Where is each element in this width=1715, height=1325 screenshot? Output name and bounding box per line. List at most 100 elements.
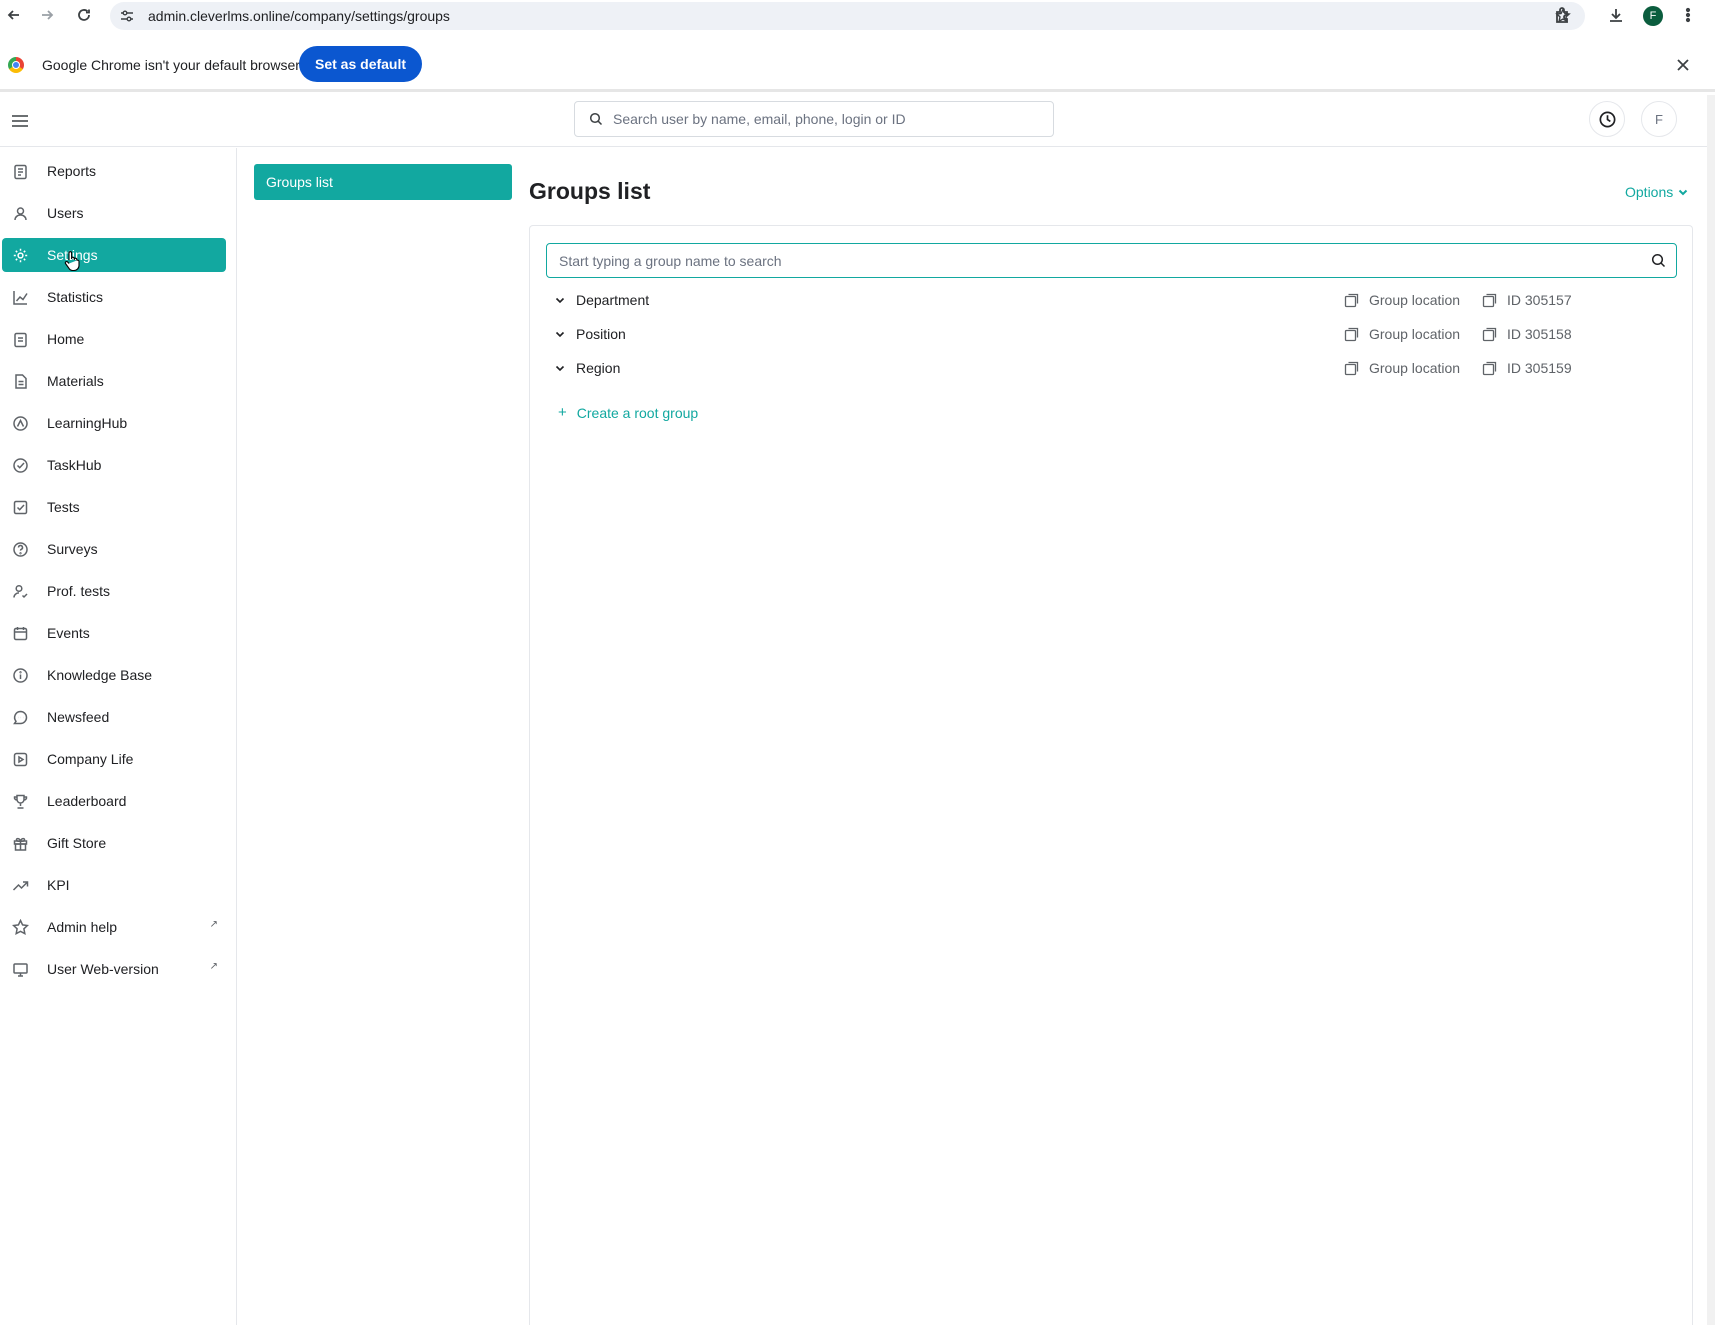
copy-group-id-button[interactable]: ID 305159 bbox=[1482, 360, 1572, 376]
create-root-group-link[interactable]: + Create a root group bbox=[558, 404, 698, 421]
chevron-down-icon bbox=[1679, 189, 1688, 196]
infobar-message: Google Chrome isn't your default browser bbox=[42, 57, 300, 73]
home-icon bbox=[11, 330, 29, 348]
group-row[interactable]: Department Group location ID 305157 bbox=[554, 286, 1674, 314]
history-button[interactable] bbox=[1589, 101, 1625, 137]
sidebar-item-newsfeed[interactable]: Newsfeed bbox=[2, 700, 226, 734]
chevron-down-icon[interactable] bbox=[554, 362, 566, 374]
copy-icon bbox=[1344, 361, 1359, 375]
forward-arrow-icon[interactable] bbox=[37, 5, 57, 25]
settings-subnav: Groups list bbox=[237, 148, 530, 1325]
group-location-label: Group location bbox=[1369, 292, 1461, 308]
sidebar-item-label: KPI bbox=[47, 877, 70, 893]
group-name[interactable]: Position bbox=[576, 326, 626, 342]
copy-icon bbox=[1482, 327, 1497, 341]
sidebar-item-prof-tests[interactable]: Prof. tests bbox=[2, 574, 226, 608]
page-scrollbar[interactable] bbox=[1707, 95, 1715, 1325]
sidebar-item-label: User Web-version bbox=[47, 961, 159, 977]
sidebar-item-surveys[interactable]: Surveys bbox=[2, 532, 226, 566]
sidebar-item-knowledge-base[interactable]: Knowledge Base bbox=[2, 658, 226, 692]
copy-group-location-button[interactable]: Group location bbox=[1344, 326, 1460, 342]
download-icon[interactable] bbox=[1606, 5, 1626, 25]
create-root-group-label: Create a root group bbox=[576, 404, 699, 421]
sidebar-item-label: LearningHub bbox=[47, 415, 128, 431]
trophy-icon bbox=[11, 792, 29, 810]
copy-group-location-button[interactable]: Group location bbox=[1344, 360, 1460, 376]
sidebar-item-taskhub[interactable]: TaskHub bbox=[2, 448, 226, 482]
subnav-item-groups-list[interactable]: Groups list bbox=[254, 164, 512, 200]
sidebar-item-user-web-version[interactable]: User Web-version ↗ bbox=[2, 952, 226, 986]
set-default-button[interactable]: Set as default bbox=[299, 46, 423, 82]
copy-icon bbox=[1482, 361, 1497, 375]
sidebar-item-reports[interactable]: Reports bbox=[2, 154, 226, 188]
address-bar[interactable]: admin.cleverlms.online/company/settings/… bbox=[110, 2, 1585, 30]
avatar[interactable]: F bbox=[1641, 101, 1677, 137]
calendar-icon bbox=[11, 624, 29, 642]
sidebar-item-home[interactable]: Home bbox=[2, 322, 226, 356]
extensions-icon[interactable] bbox=[1553, 5, 1573, 25]
gear-icon bbox=[11, 246, 29, 264]
sidebar-item-label: Reports bbox=[47, 163, 97, 179]
search-icon bbox=[589, 112, 603, 126]
info-icon bbox=[11, 666, 29, 684]
chat-icon bbox=[11, 708, 29, 726]
sidebar-item-label: Gift Store bbox=[47, 835, 107, 851]
options-dropdown[interactable]: Options bbox=[1625, 184, 1689, 200]
more-vert-icon[interactable] bbox=[1678, 5, 1698, 25]
sidebar: Reports Users Settings Statistics Home Materi… bbox=[0, 148, 237, 1325]
sidebar-item-tests[interactable]: Tests bbox=[2, 490, 226, 524]
copy-group-id-button[interactable]: ID 305158 bbox=[1482, 326, 1572, 342]
group-row[interactable]: Region Group location ID 305159 bbox=[554, 354, 1674, 382]
group-search-field[interactable] bbox=[546, 243, 1677, 278]
group-search-input[interactable] bbox=[559, 252, 1639, 269]
sidebar-item-label: TaskHub bbox=[47, 457, 102, 473]
site-settings-icon[interactable] bbox=[120, 9, 134, 23]
group-location-label: Group location bbox=[1369, 326, 1461, 342]
copy-group-id-button[interactable]: ID 305157 bbox=[1482, 292, 1572, 308]
trend-icon bbox=[11, 876, 29, 894]
sidebar-item-label: Company Life bbox=[47, 751, 134, 767]
plus-icon: + bbox=[558, 404, 567, 421]
copy-group-location-button[interactable]: Group location bbox=[1344, 292, 1460, 308]
chart-icon bbox=[11, 288, 29, 306]
close-icon[interactable] bbox=[1674, 56, 1692, 74]
sidebar-item-label: Users bbox=[47, 205, 84, 221]
sidebar-item-settings[interactable]: Settings bbox=[2, 238, 226, 272]
reload-icon[interactable] bbox=[74, 5, 94, 25]
sidebar-item-label: Prof. tests bbox=[47, 583, 111, 599]
group-id-label: ID 305157 bbox=[1507, 292, 1572, 308]
monitor-icon bbox=[11, 960, 29, 978]
user-search-field[interactable] bbox=[574, 101, 1054, 137]
hand-cursor-icon bbox=[64, 251, 80, 272]
group-name[interactable]: Region bbox=[576, 360, 620, 376]
star-icon bbox=[11, 918, 29, 936]
menu-icon[interactable] bbox=[10, 111, 30, 131]
sidebar-item-company-life[interactable]: Company Life bbox=[2, 742, 226, 776]
sidebar-item-users[interactable]: Users bbox=[2, 196, 226, 230]
browser-profile-avatar[interactable]: F bbox=[1643, 6, 1663, 26]
sidebar-item-label: Leaderboard bbox=[47, 793, 127, 809]
group-name[interactable]: Department bbox=[576, 292, 649, 308]
groups-panel: Department Group location ID 305157 Positio… bbox=[529, 225, 1693, 1325]
search-icon[interactable] bbox=[1651, 253, 1666, 268]
group-row[interactable]: Position Group location ID 305158 bbox=[554, 320, 1674, 348]
sidebar-item-label: Tests bbox=[47, 499, 80, 515]
sidebar-item-materials[interactable]: Materials bbox=[2, 364, 226, 398]
chevron-down-icon[interactable] bbox=[554, 328, 566, 340]
chevron-down-icon[interactable] bbox=[554, 294, 566, 306]
url-text: admin.cleverlms.online/company/settings/… bbox=[148, 8, 450, 24]
person-check-icon bbox=[11, 582, 29, 600]
user-search-input[interactable] bbox=[613, 111, 1033, 127]
back-arrow-icon[interactable] bbox=[4, 5, 24, 25]
sidebar-item-leaderboard[interactable]: Leaderboard bbox=[2, 784, 226, 818]
sidebar-item-label: Materials bbox=[47, 373, 104, 389]
sidebar-item-learninghub[interactable]: LearningHub bbox=[2, 406, 226, 440]
sidebar-item-gift-store[interactable]: Gift Store bbox=[2, 826, 226, 860]
sidebar-item-label: Newsfeed bbox=[47, 709, 110, 725]
play-icon bbox=[11, 750, 29, 768]
sidebar-item-statistics[interactable]: Statistics bbox=[2, 280, 226, 314]
sidebar-item-events[interactable]: Events bbox=[2, 616, 226, 650]
sidebar-item-kpi[interactable]: KPI bbox=[2, 868, 226, 902]
group-id-label: ID 305158 bbox=[1507, 326, 1572, 342]
sidebar-item-admin-help[interactable]: Admin help ↗ bbox=[2, 910, 226, 944]
